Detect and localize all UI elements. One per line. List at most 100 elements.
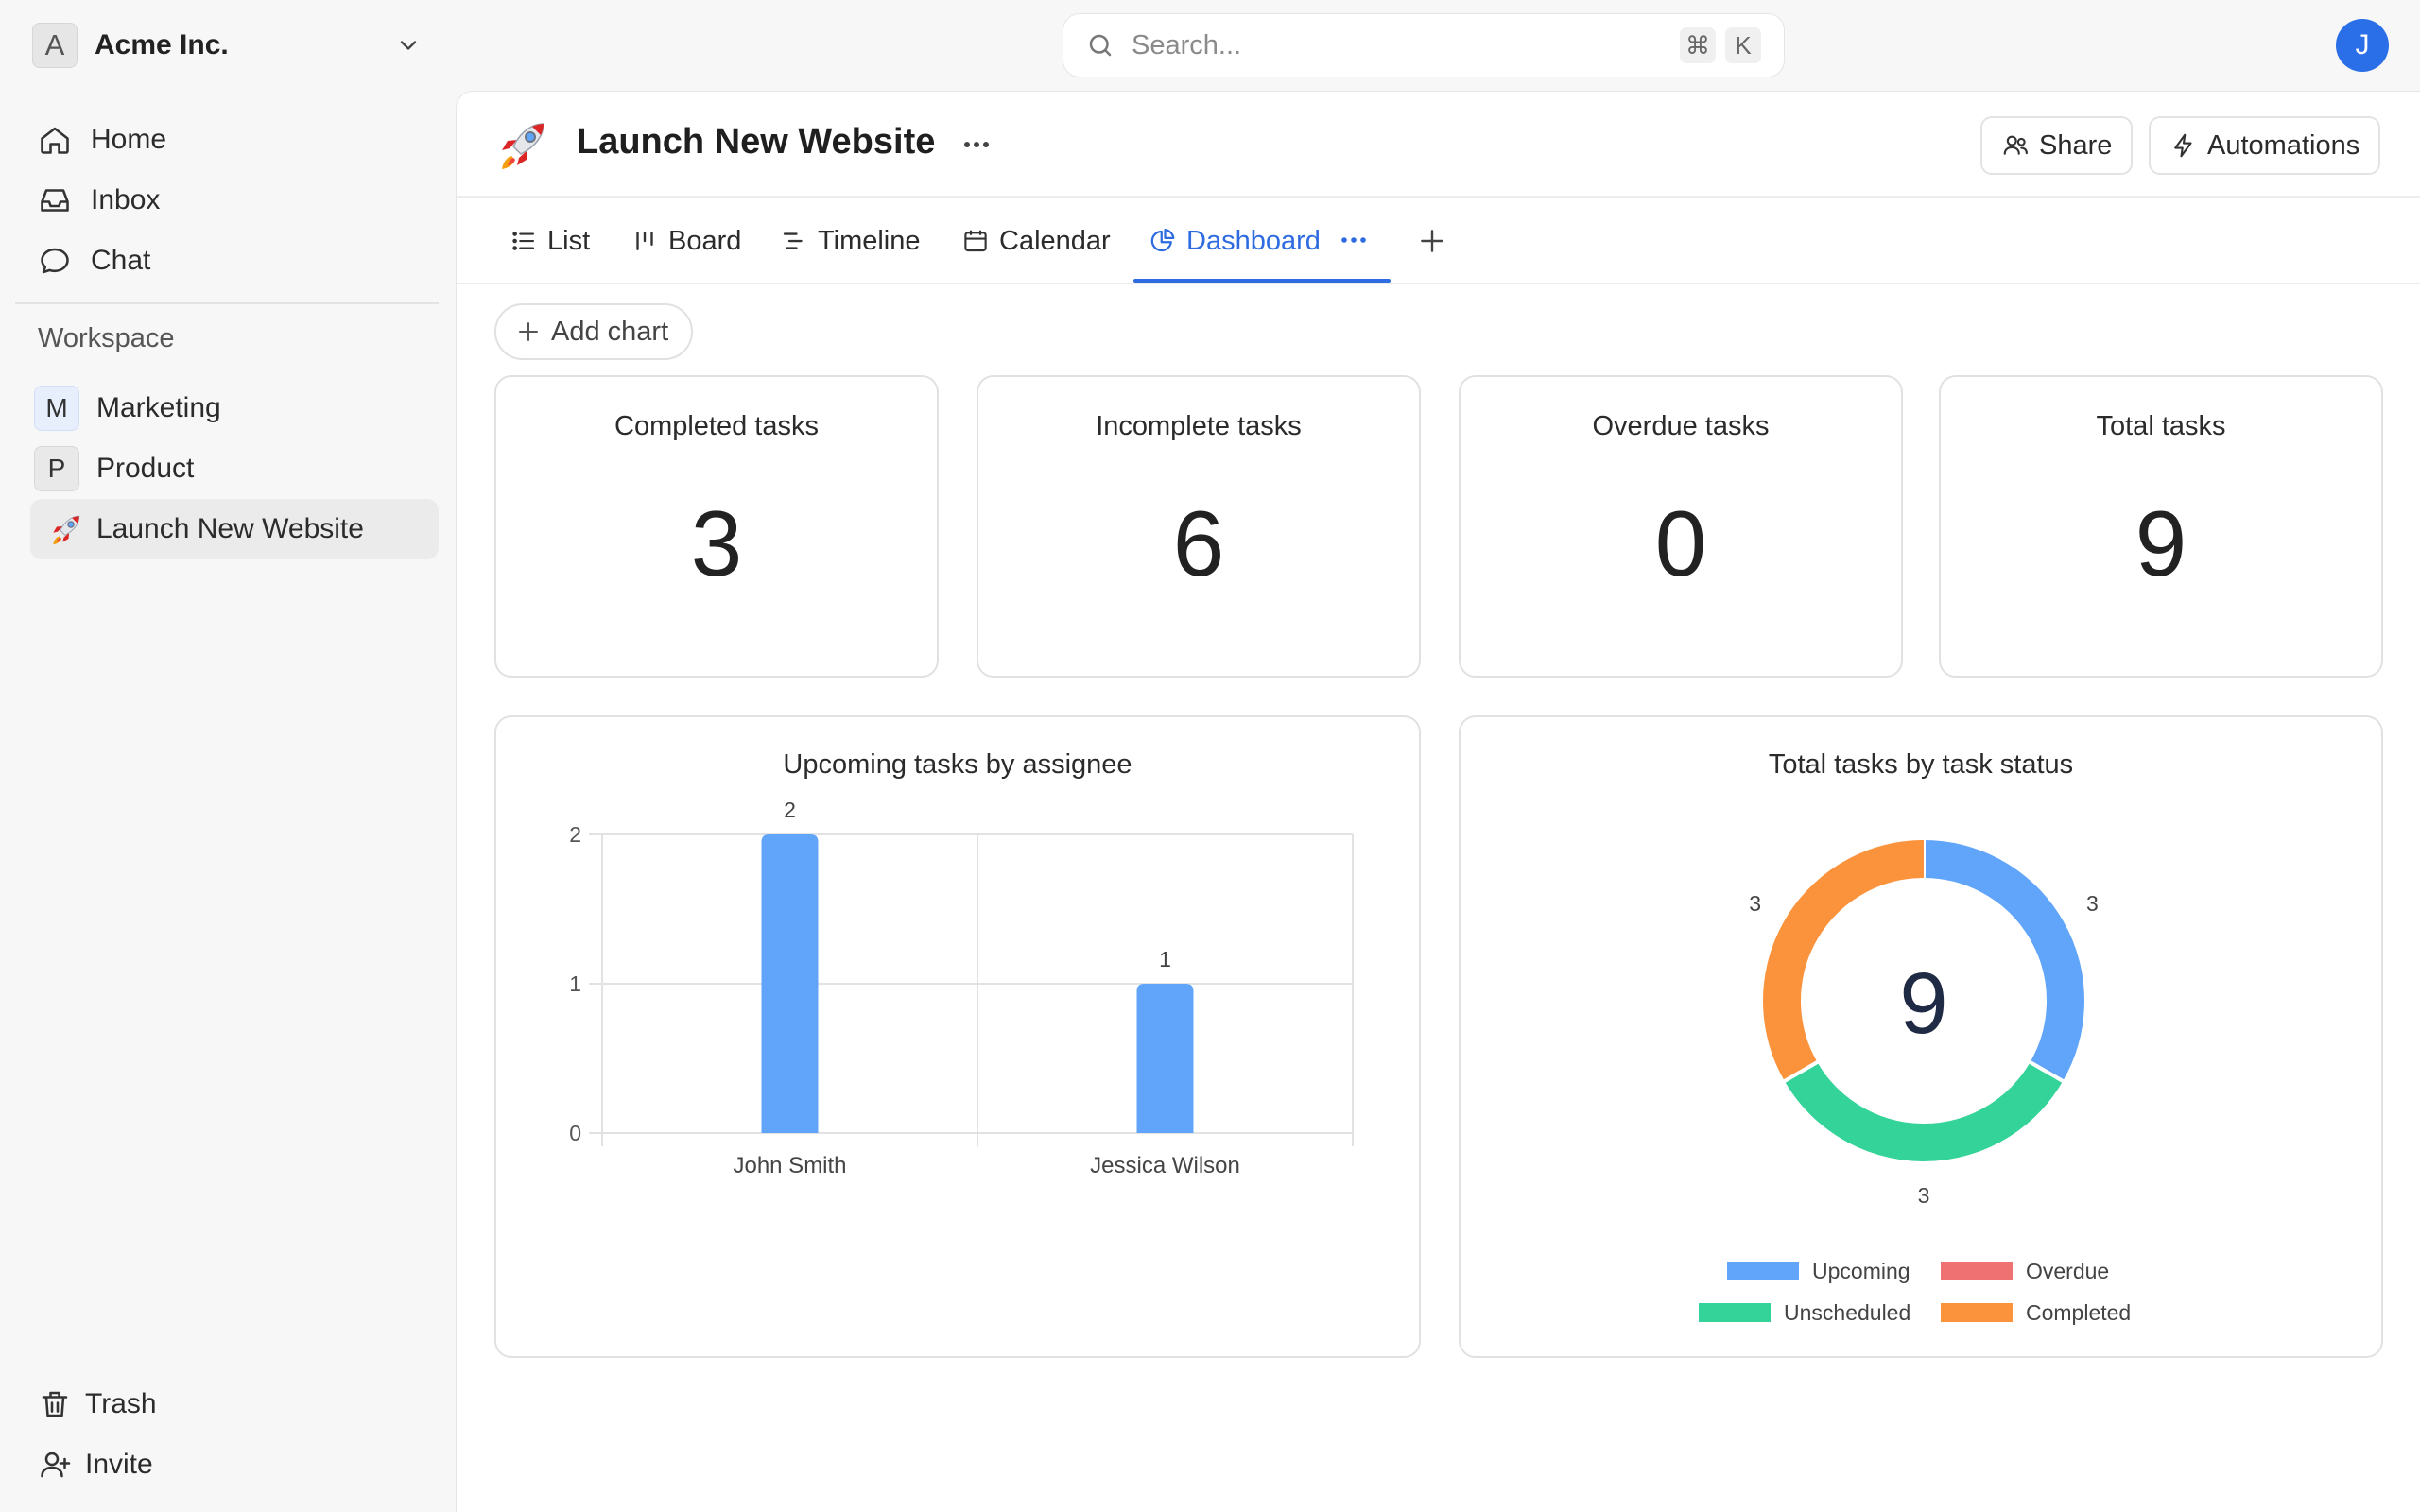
sidebar-item-trash[interactable]: Trash <box>30 1376 439 1433</box>
automations-label: Automations <box>2207 129 2360 161</box>
pie-chart-icon <box>1150 229 1175 252</box>
stat-card-completed: Completed tasks 3 <box>494 375 939 678</box>
search-icon <box>1089 34 1112 57</box>
workspace-switcher[interactable]: A Acme Inc. <box>32 21 429 70</box>
legend-label: Unscheduled <box>1784 1300 1910 1325</box>
tab-calendar[interactable]: Calendar <box>961 198 1111 284</box>
tab-label: Calendar <box>999 225 1111 256</box>
legend-label: Completed <box>2026 1300 2131 1325</box>
page-header: Launch New Website Share Automations <box>457 92 2420 198</box>
x-tick-label: Jessica Wilson <box>1090 1153 1240 1178</box>
board-icon <box>636 232 653 250</box>
search-input[interactable] <box>1132 29 1670 61</box>
page-title: Launch New Website <box>577 122 936 162</box>
workspace-section-title: Workspace <box>38 323 175 353</box>
sidebar-item-product[interactable]: P Product <box>30 438 439 499</box>
stat-card-overdue: Overdue tasks 0 <box>1459 375 1903 678</box>
invite-user-icon <box>41 1452 71 1478</box>
automations-button[interactable]: Automations <box>2149 116 2381 175</box>
list-icon <box>512 232 535 250</box>
shortcut-k-key: K <box>1725 27 1761 63</box>
share-button[interactable]: Share <box>1980 116 2134 175</box>
x-tick-label: John Smith <box>733 1153 846 1178</box>
stat-value: 0 <box>1654 491 1707 595</box>
tab-label: Dashboard <box>1186 225 1321 256</box>
sidebar-item-launch-new-website[interactable]: Launch New Website <box>30 499 439 559</box>
more-options-icon[interactable] <box>958 129 995 160</box>
chat-icon <box>41 248 69 274</box>
tab-list[interactable]: List <box>510 198 590 284</box>
stat-value: 9 <box>2135 491 2187 595</box>
bar <box>1136 984 1194 1133</box>
tab-label: List <box>547 225 591 256</box>
stat-card-incomplete: Incomplete tasks 6 <box>977 375 1421 678</box>
stat-title: Total tasks <box>2096 411 2226 441</box>
legend-swatch <box>1727 1262 1799 1280</box>
calendar-icon <box>964 230 987 252</box>
sidebar-item-label: Invite <box>85 1449 153 1480</box>
workspace-avatar: A <box>32 23 78 68</box>
tab-timeline[interactable]: Timeline <box>780 198 921 284</box>
tab-label: Timeline <box>818 225 921 256</box>
sidebar-item-label: Launch New Website <box>96 513 364 544</box>
y-tick-label: 1 <box>569 971 581 996</box>
donut-center-value: 9 <box>1899 955 1947 1052</box>
legend-swatch <box>1941 1262 2013 1280</box>
tab-dashboard[interactable]: Dashboard <box>1149 198 1321 284</box>
trash-icon <box>42 1391 68 1418</box>
shortcut-cmd-key: ⌘ <box>1680 27 1716 63</box>
legend-label: Upcoming <box>1812 1259 1910 1283</box>
stat-title: Overdue tasks <box>1592 411 1770 441</box>
sidebar-item-chat[interactable]: Chat <box>30 232 439 289</box>
donut-chart: 3 3 3 9 Upcoming Overdue Unscheduled Completed <box>1699 838 2131 1325</box>
donut-slice <box>1784 1061 2064 1161</box>
search-bar[interactable]: ⌘ K <box>1063 13 1785 77</box>
sidebar-item-label: Marketing <box>96 392 221 423</box>
bar <box>761 834 819 1133</box>
tab-board[interactable]: Board <box>631 198 741 284</box>
project-avatar: M <box>34 386 79 431</box>
donut-chart-card: Total tasks by task status 3 3 3 9 Upcoming O… <box>1459 715 2383 1358</box>
add-view-icon[interactable] <box>1417 226 1447 256</box>
add-chart-label: Add chart <box>551 316 669 347</box>
stat-title: Incomplete tasks <box>1096 411 1302 441</box>
inbox-icon <box>41 189 69 212</box>
legend-swatch <box>1699 1303 1771 1322</box>
legend-label: Overdue <box>2026 1259 2109 1283</box>
sidebar-item-marketing[interactable]: M Marketing <box>30 378 439 438</box>
slice-value-label: 3 <box>1749 891 1761 916</box>
chevron-down-icon <box>400 41 417 50</box>
sidebar-item-home[interactable]: Home <box>30 112 439 168</box>
rocket-icon <box>53 515 80 545</box>
active-tab-indicator <box>1133 279 1391 283</box>
sidebar: Home Inbox Chat Workspace M Marketing P … <box>0 91 454 1512</box>
tab-label: Board <box>668 225 742 256</box>
top-bar: A Acme Inc. ⌘ K J <box>0 0 2420 91</box>
user-avatar[interactable]: J <box>2336 19 2389 72</box>
bar-value-label: 1 <box>1159 947 1171 971</box>
sidebar-item-label: Home <box>91 124 167 155</box>
sidebar-item-label: Inbox <box>91 184 161 215</box>
sidebar-item-inbox[interactable]: Inbox <box>30 172 439 229</box>
slice-value-label: 3 <box>2086 891 2099 916</box>
sidebar-divider <box>15 302 439 304</box>
view-tabs: List Board Timeline Calendar Dashboard <box>457 198 2420 284</box>
bar-chart: 0 1 2 2 John Smith 1 Jessica Wilson <box>569 798 1354 1178</box>
stat-card-total: Total tasks 9 <box>1939 375 2383 678</box>
tab-more-icon[interactable] <box>1338 226 1370 254</box>
users-icon <box>2003 135 2028 155</box>
sidebar-item-invite[interactable]: Invite <box>30 1436 439 1493</box>
rocket-icon <box>502 123 544 169</box>
main-panel: Launch New Website Share Automations Lis… <box>456 91 2420 1512</box>
stat-value: 6 <box>1172 491 1225 595</box>
add-chart-button[interactable]: Add chart <box>494 303 694 360</box>
slice-value-label: 3 <box>1918 1183 1930 1208</box>
sidebar-item-label: Product <box>96 453 195 484</box>
legend-swatch <box>1941 1303 2013 1322</box>
sidebar-item-label: Trash <box>85 1388 157 1419</box>
timeline-icon <box>783 232 803 249</box>
stat-title: Completed tasks <box>614 411 819 441</box>
sidebar-item-label: Chat <box>91 245 151 276</box>
bar-value-label: 2 <box>784 798 796 822</box>
plus-icon <box>519 322 538 341</box>
